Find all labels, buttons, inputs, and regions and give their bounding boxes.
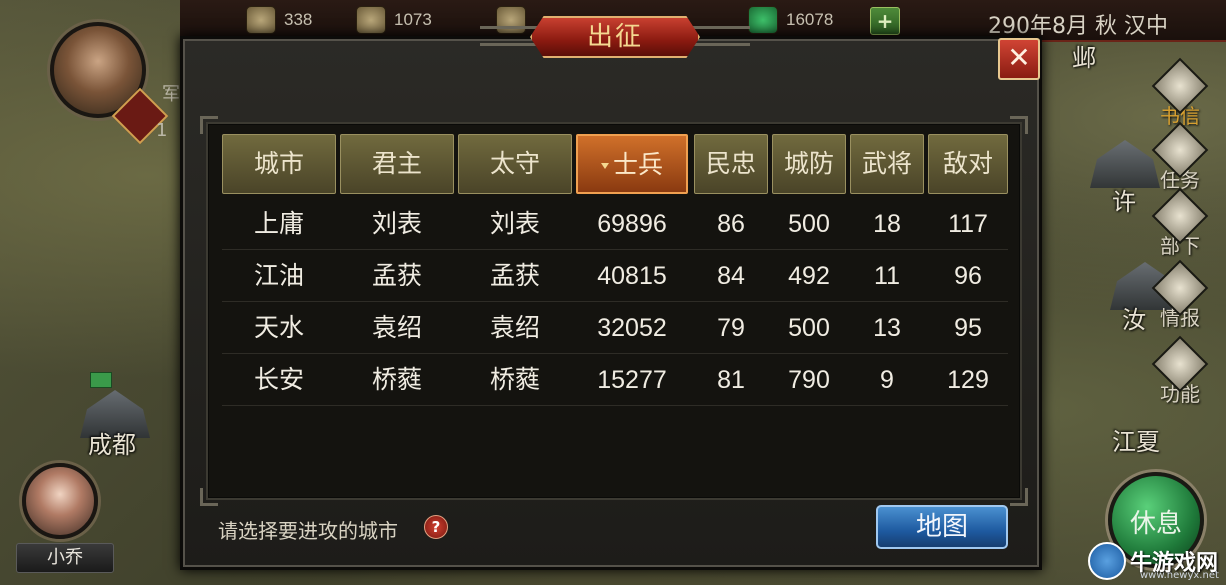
- help-icon[interactable]: ?: [424, 515, 448, 539]
- cell-governor: 袁绍: [489, 314, 540, 342]
- corner-ornament: [200, 116, 218, 134]
- dialog-title: 出征: [530, 16, 700, 58]
- column-header-ruler[interactable]: 君主: [340, 134, 454, 194]
- cell-soldiers: 32052: [597, 314, 667, 342]
- cell-ruler: 袁绍: [371, 314, 422, 342]
- jade-gem-icon: [748, 6, 778, 34]
- map-label-jiang[interactable]: 江夏: [1112, 422, 1160, 457]
- cell-loyalty: 86: [717, 210, 745, 238]
- column-header-loyalty[interactable]: 民忠: [694, 134, 768, 194]
- column-header-generals[interactable]: 武将: [850, 134, 924, 194]
- corner-ornament: [200, 488, 218, 506]
- cell-governor: 桥蕤: [489, 366, 540, 394]
- column-header-defense[interactable]: 城防: [772, 134, 846, 194]
- watermark-url: www.newyx.net: [1140, 570, 1219, 581]
- grain-sack-icon: [246, 6, 276, 34]
- cell-ruler: 孟获: [371, 262, 422, 290]
- close-button[interactable]: ✕: [998, 38, 1040, 80]
- side-menu-intel[interactable]: 情报: [1150, 259, 1210, 331]
- cell-hostility: 96: [954, 262, 982, 290]
- cell-generals: 13: [873, 314, 901, 342]
- sort-down-icon: [600, 163, 609, 169]
- side-menu-mail[interactable]: 书信: [1150, 57, 1210, 129]
- cell-loyalty: 84: [717, 262, 745, 290]
- cell-loyalty: 81: [717, 366, 745, 394]
- cell-defense: 500: [788, 210, 830, 238]
- cell-defense: 790: [788, 366, 830, 394]
- cell-hostility: 117: [948, 210, 988, 238]
- cell-loyalty: 79: [717, 314, 745, 342]
- cell-soldiers: 69896: [597, 210, 667, 238]
- cell-generals: 9: [880, 366, 894, 394]
- companion-portrait-avatar[interactable]: [22, 463, 98, 539]
- column-header-hostility[interactable]: 敌对: [928, 134, 1008, 194]
- cell-defense: 500: [788, 314, 830, 342]
- resource-grain: 338: [246, 6, 312, 34]
- corner-ornament: [1010, 488, 1028, 506]
- cell-defense: 492: [788, 262, 830, 290]
- column-header-city[interactable]: 城市: [222, 134, 336, 194]
- resource-gold: 1073: [356, 6, 432, 34]
- gold-coin-icon: [356, 6, 386, 34]
- side-menu-subordinates[interactable]: 部下: [1150, 187, 1210, 259]
- cell-city: 天水: [253, 314, 304, 342]
- jade-value: 16078: [786, 10, 834, 29]
- rank-number: 1: [156, 120, 168, 141]
- cell-generals: 11: [874, 262, 900, 290]
- map-label-ru[interactable]: 汝: [1122, 300, 1146, 335]
- column-header-soldiers[interactable]: 士兵: [576, 134, 688, 194]
- cell-soldiers: 40815: [597, 262, 667, 290]
- cell-governor: 孟获: [489, 262, 540, 290]
- cell-hostility: 95: [954, 314, 982, 342]
- soldiers-header-label: 士兵: [612, 150, 663, 179]
- resource-jade: 16078: [748, 6, 833, 34]
- side-menu-functions[interactable]: 功能: [1150, 335, 1210, 407]
- corner-ornament: [1010, 116, 1028, 134]
- cell-city: 江油: [253, 262, 304, 290]
- cell-soldiers: 15277: [597, 366, 667, 394]
- cell-city: 上庸: [253, 210, 304, 238]
- city-flag-icon: [90, 372, 112, 388]
- column-header-governor[interactable]: 太守: [458, 134, 572, 194]
- cell-hostility: 129: [947, 366, 989, 394]
- companion-name[interactable]: 小乔: [16, 543, 114, 573]
- map-label-ye[interactable]: 邺: [1072, 38, 1096, 73]
- army-label: 军: [162, 84, 180, 105]
- map-label-chengdu[interactable]: 成都: [88, 425, 136, 460]
- cell-city: 长安: [253, 366, 304, 394]
- map-button[interactable]: 地图: [876, 505, 1008, 549]
- side-menu-tasks[interactable]: 任务: [1150, 121, 1210, 193]
- table-row[interactable]: 长安 桥蕤 桥蕤 15277 81 790 9 129: [222, 354, 1008, 406]
- select-city-hint: 请选择要进攻的城市: [218, 519, 398, 543]
- table-row[interactable]: 江油 孟获 孟获 40815 84 492 11 96: [222, 250, 1008, 302]
- grain-value: 338: [284, 10, 313, 29]
- map-label-xu[interactable]: 许: [1112, 182, 1136, 217]
- cell-generals: 18: [873, 210, 901, 238]
- cow-logo-icon: [1088, 542, 1126, 580]
- table-row[interactable]: 天水 袁绍 袁绍 32052 79 500 13 95: [222, 302, 1008, 354]
- cell-ruler: 刘表: [371, 210, 422, 238]
- add-currency-button[interactable]: +: [870, 7, 900, 35]
- gold-value: 1073: [394, 10, 432, 29]
- table-row[interactable]: 上庸 刘表 刘表 69896 86 500 18 117: [222, 198, 1008, 250]
- cell-ruler: 桥蕤: [371, 366, 422, 394]
- cell-governor: 刘表: [489, 210, 540, 238]
